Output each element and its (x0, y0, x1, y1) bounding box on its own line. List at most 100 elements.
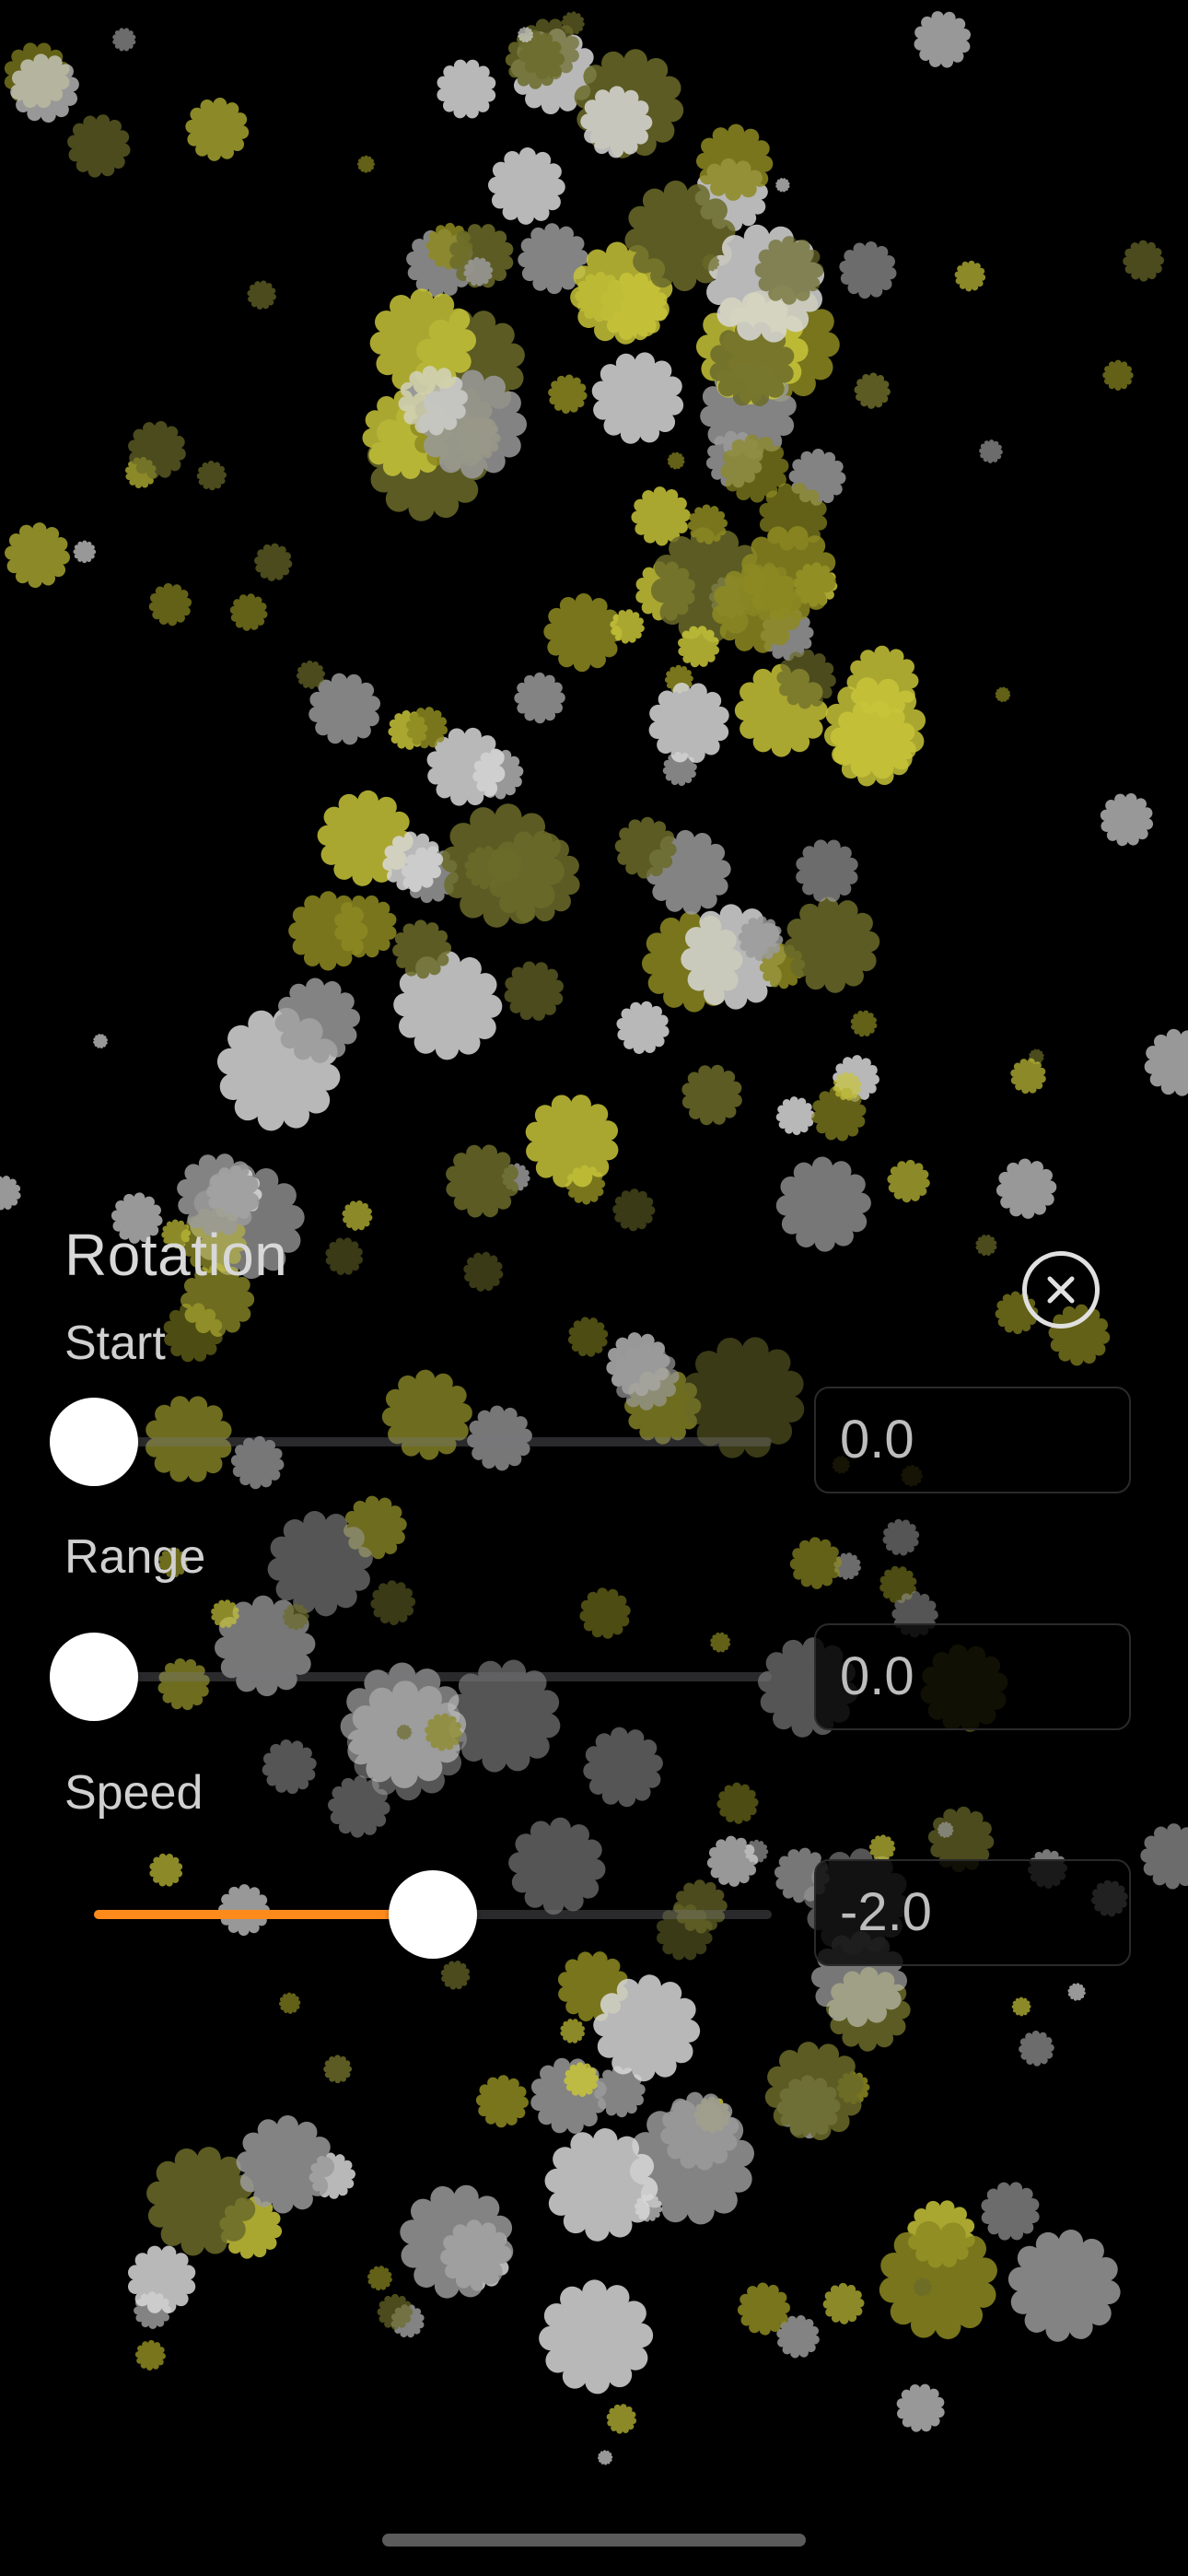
particle (854, 372, 891, 409)
particle (5, 522, 70, 589)
close-circle-icon (1047, 1276, 1075, 1304)
particle (614, 816, 677, 879)
particle (112, 28, 136, 52)
particle (382, 831, 444, 893)
particle (377, 2293, 413, 2330)
particle (631, 486, 691, 546)
particle (616, 1001, 670, 1054)
particle (357, 155, 375, 173)
particle (764, 2042, 864, 2141)
speed-label: Speed (64, 1766, 204, 1820)
particle (887, 1159, 930, 1203)
particle (695, 123, 774, 201)
particle (134, 2339, 166, 2371)
speed-slider-thumb[interactable] (389, 1870, 477, 1959)
particle (635, 2194, 663, 2222)
particle (400, 2184, 514, 2299)
range-value-field[interactable]: 0.0 (814, 1623, 1131, 1730)
particle (776, 649, 836, 709)
particle (274, 978, 360, 1063)
start-value-field[interactable]: 0.0 (814, 1387, 1131, 1493)
particle (846, 645, 919, 718)
particle (334, 895, 397, 958)
particle (561, 11, 585, 36)
particle (525, 1095, 619, 1188)
particle (1144, 1028, 1188, 1096)
particle (73, 540, 97, 564)
particle (148, 582, 192, 626)
particle (783, 896, 880, 993)
particle (405, 707, 448, 749)
particle (475, 2075, 529, 2128)
particle (543, 593, 623, 673)
particle (1100, 792, 1154, 847)
particle (185, 97, 250, 161)
particle (597, 2450, 613, 2465)
start-label: Start (64, 1317, 166, 1370)
particle (737, 2282, 791, 2336)
particle (67, 114, 131, 178)
particle (776, 2314, 820, 2359)
start-slider-thumb[interactable] (50, 1398, 138, 1486)
particle (518, 27, 533, 43)
particle (398, 366, 468, 436)
particle (678, 626, 720, 668)
particle (995, 686, 1011, 703)
particle (392, 919, 452, 979)
particle (979, 439, 1003, 463)
particle (648, 682, 729, 764)
particle (196, 461, 227, 491)
particle (488, 147, 565, 225)
particle (850, 1010, 878, 1037)
particle (896, 2383, 945, 2432)
close-button[interactable] (1022, 1251, 1100, 1329)
particle (309, 673, 381, 745)
particle (146, 2147, 256, 2256)
particle (687, 504, 728, 544)
particle (10, 53, 79, 123)
particle (591, 352, 684, 444)
particle (236, 2114, 335, 2214)
particle (796, 839, 858, 902)
particle (1019, 2031, 1054, 2067)
particle (580, 86, 653, 158)
particle (548, 374, 588, 414)
particle (667, 451, 685, 470)
particle (323, 2055, 353, 2084)
particle (463, 257, 494, 287)
particle (759, 482, 828, 551)
particle (954, 260, 986, 292)
particle (1010, 1058, 1046, 1095)
particle (128, 2245, 196, 2313)
start-slider[interactable] (50, 1398, 772, 1486)
particle (1007, 2230, 1121, 2342)
particle (606, 2404, 637, 2434)
particle (811, 1086, 867, 1142)
particle (514, 672, 565, 724)
particle (913, 2277, 932, 2297)
particle (367, 2266, 392, 2291)
speed-slider[interactable] (94, 1870, 772, 1959)
speed-value-field[interactable]: -2.0 (814, 1859, 1131, 1966)
particle (839, 241, 897, 299)
home-indicator[interactable] (382, 2534, 806, 2547)
particle (775, 1096, 815, 1136)
particle (229, 593, 268, 631)
particle (296, 660, 325, 689)
particle (610, 609, 645, 644)
particle (472, 748, 524, 800)
particle (1102, 359, 1134, 391)
particle (1123, 240, 1165, 282)
particle (518, 223, 589, 295)
particle (914, 11, 972, 68)
range-slider[interactable] (50, 1633, 772, 1721)
range-label: Range (64, 1530, 206, 1584)
speed-slider-fill (94, 1910, 433, 1919)
particle (822, 2282, 865, 2324)
particle (128, 421, 186, 479)
range-slider-thumb[interactable] (50, 1633, 138, 1721)
particle (93, 1034, 108, 1048)
particle (738, 916, 784, 962)
particle (775, 178, 790, 193)
particle (981, 2182, 1040, 2241)
